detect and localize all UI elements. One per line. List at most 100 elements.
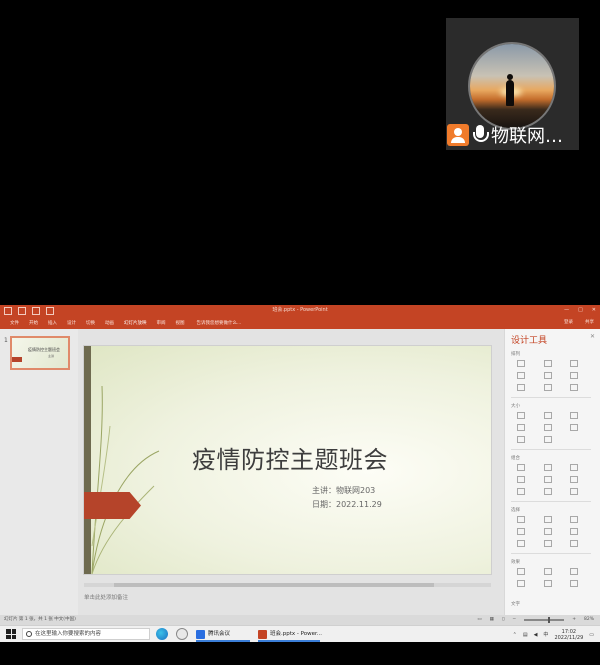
tab-view[interactable]: 视图 <box>172 320 191 326</box>
select-icon[interactable] <box>570 528 579 535</box>
normal-view-icon[interactable]: ▭ <box>477 615 481 625</box>
same-width-icon[interactable] <box>517 412 525 419</box>
combine-icon[interactable] <box>570 476 579 483</box>
tell-me-search[interactable]: 告诉我您想要做什么... <box>197 320 242 326</box>
effect-icon[interactable] <box>570 568 579 575</box>
windows-start-icon[interactable] <box>6 629 16 639</box>
slide-thumbnail-pane: 1 疫情防控主题班会 主讲 <box>0 329 78 615</box>
tab-file[interactable]: 文件 <box>6 320 25 326</box>
browser-icon[interactable] <box>176 628 188 640</box>
align-center-icon[interactable] <box>543 360 552 367</box>
volume-icon[interactable]: ◀ <box>534 632 538 638</box>
participant-video-tile[interactable]: 物联网… <box>446 18 579 150</box>
effect-icon[interactable] <box>543 568 552 575</box>
notification-icon[interactable]: ▭ <box>589 632 594 638</box>
title-bar: 班会.pptx - PowerPoint — □ ✕ <box>0 305 600 316</box>
combine-icon[interactable] <box>570 464 579 471</box>
select-icon[interactable] <box>570 540 579 547</box>
tab-home[interactable]: 开始 <box>25 320 44 326</box>
window-title: 班会.pptx - PowerPoint <box>272 307 328 313</box>
notes-pane[interactable]: 单击此处添加备注 <box>84 591 491 605</box>
resize-icon[interactable] <box>543 424 552 431</box>
effect-icon[interactable] <box>517 568 525 575</box>
select-icon[interactable] <box>543 516 552 523</box>
close-icon[interactable]: ✕ <box>590 333 595 340</box>
tab-slideshow[interactable]: 幻灯片放映 <box>120 320 153 326</box>
effect-icon[interactable] <box>543 580 552 587</box>
microphone-icon[interactable] <box>473 124 489 146</box>
combine-icon[interactable] <box>517 464 525 471</box>
tab-transitions[interactable]: 切换 <box>82 320 101 326</box>
distribute-v-icon[interactable] <box>543 384 552 391</box>
group-icon[interactable] <box>570 384 579 391</box>
select-icon[interactable] <box>517 516 525 523</box>
resize-icon[interactable] <box>543 436 552 443</box>
zoom-in-icon[interactable]: + <box>572 615 576 625</box>
tab-insert[interactable]: 插入 <box>44 320 63 326</box>
align-bottom-icon[interactable] <box>570 372 579 379</box>
minimize-button[interactable]: — <box>564 305 569 316</box>
close-button[interactable]: ✕ <box>592 305 596 316</box>
share-button[interactable]: 共享 <box>585 316 594 329</box>
slide-accent-arrow <box>84 492 141 519</box>
clock[interactable]: 17:02 2022/11/29 <box>554 629 583 641</box>
combine-icon[interactable] <box>543 464 552 471</box>
align-top-icon[interactable] <box>517 372 525 379</box>
status-bar: 幻灯片 第 1 张，共 1 张 中文(中国) ▭ ▦ ▯ − + 82% <box>0 615 600 625</box>
slide-date[interactable]: 日期：2022.11.29 <box>312 499 382 510</box>
participant-avatar <box>470 44 554 128</box>
tray-overflow-icon[interactable]: ⌃ <box>513 632 517 638</box>
combine-icon[interactable] <box>543 488 552 495</box>
ime-icon[interactable]: 中 <box>543 631 548 638</box>
group-label: 效果 <box>511 560 520 565</box>
maximize-button[interactable]: □ <box>578 305 583 316</box>
edge-icon[interactable] <box>156 628 168 640</box>
select-icon[interactable] <box>517 540 525 547</box>
system-tray: ⌃ ▤ ◀ 中 17:02 2022/11/29 ▭ <box>513 626 594 643</box>
powerpoint-icon <box>258 630 267 639</box>
select-icon[interactable] <box>543 528 552 535</box>
design-group-size: 大小 <box>511 403 591 443</box>
combine-icon[interactable] <box>517 488 525 495</box>
align-left-icon[interactable] <box>517 360 525 367</box>
align-right-icon[interactable] <box>570 360 579 367</box>
slide-canvas[interactable]: 疫情防控主题班会 主讲：物联网203 日期：2022.11.29 <box>84 346 491 574</box>
tab-animations[interactable]: 动画 <box>101 320 120 326</box>
design-group-combine: 组合 <box>511 455 591 495</box>
network-icon[interactable]: ▤ <box>523 632 528 638</box>
taskbar-search[interactable]: 在这里输入你要搜索的内容 <box>22 628 150 640</box>
resize-icon[interactable] <box>517 436 525 443</box>
search-placeholder: 在这里输入你要搜索的内容 <box>35 631 102 637</box>
powerpoint-window: 班会.pptx - PowerPoint — □ ✕ 文件 开始 插入 设计 切… <box>0 305 600 625</box>
divider <box>511 501 591 502</box>
group-label: 文字 <box>511 602 520 607</box>
slide-thumbnail[interactable]: 疫情防控主题班会 主讲 <box>10 336 70 370</box>
slide-title[interactable]: 疫情防控主题班会 <box>192 440 388 475</box>
effect-icon[interactable] <box>517 580 525 587</box>
tab-review[interactable]: 审阅 <box>153 320 172 326</box>
signin-button[interactable]: 登录 <box>564 316 573 329</box>
sorter-view-icon[interactable]: ▦ <box>490 615 494 625</box>
reading-view-icon[interactable]: ▯ <box>502 615 504 625</box>
select-icon[interactable] <box>543 540 552 547</box>
effect-icon[interactable] <box>570 580 579 587</box>
distribute-h-icon[interactable] <box>517 384 525 391</box>
zoom-out-icon[interactable]: − <box>512 615 516 625</box>
thumbnail-accent <box>12 357 22 362</box>
same-size-icon[interactable] <box>570 412 579 419</box>
zoom-level[interactable]: 82% <box>584 615 594 625</box>
same-height-icon[interactable] <box>543 412 552 419</box>
select-icon[interactable] <box>517 528 525 535</box>
participant-name: 物联网… <box>491 126 563 147</box>
combine-icon[interactable] <box>570 488 579 495</box>
resize-icon[interactable] <box>570 424 579 431</box>
combine-icon[interactable] <box>543 476 552 483</box>
tab-design[interactable]: 设计 <box>63 320 82 326</box>
zoom-slider[interactable] <box>524 617 565 623</box>
horizontal-scrollbar[interactable] <box>84 583 491 587</box>
slide-presenter[interactable]: 主讲：物联网203 <box>312 485 375 496</box>
align-middle-icon[interactable] <box>543 372 552 379</box>
select-icon[interactable] <box>570 516 579 523</box>
combine-icon[interactable] <box>517 476 525 483</box>
resize-icon[interactable] <box>517 424 525 431</box>
